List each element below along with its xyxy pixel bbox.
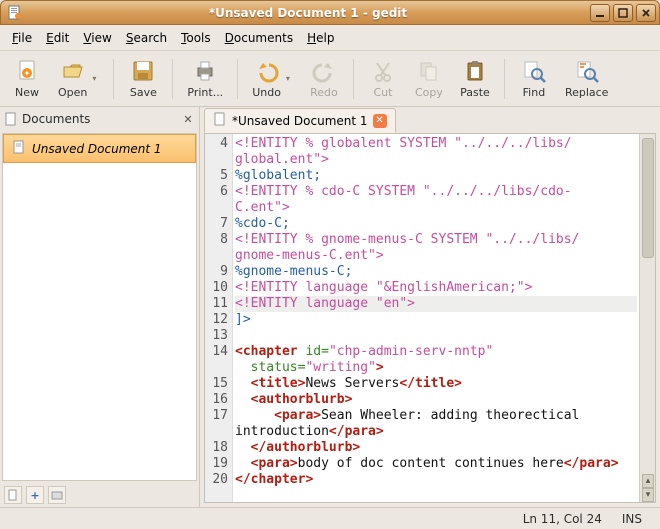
menubar: File Edit View Search Tools Documents He…	[0, 25, 660, 51]
maximize-button[interactable]	[613, 4, 633, 22]
new-label: New	[15, 86, 39, 99]
cut-icon	[370, 58, 396, 84]
new-button[interactable]: ✦ New	[6, 56, 48, 101]
menu-search[interactable]: Search	[120, 28, 173, 48]
insert-mode: INS	[612, 512, 652, 526]
tab-label: *Unsaved Document 1	[232, 114, 368, 128]
vertical-scrollbar[interactable]: ▴ ▾	[639, 134, 655, 502]
paste-icon	[462, 58, 488, 84]
copy-icon	[416, 58, 442, 84]
undo-button[interactable]: Undo ▾	[246, 56, 299, 101]
scroll-down-arrow-icon[interactable]: ▾	[642, 488, 654, 502]
undo-icon	[254, 58, 280, 84]
documents-list: Unsaved Document 1	[2, 133, 197, 481]
menu-view[interactable]: View	[77, 28, 117, 48]
status-bar: Ln 11, Col 24 INS	[0, 507, 660, 529]
redo-label: Redo	[310, 86, 338, 99]
new-file-icon: ✦	[14, 58, 40, 84]
tab-doc-icon	[213, 112, 227, 129]
find-icon	[521, 58, 547, 84]
save-label: Save	[130, 86, 157, 99]
menu-tools[interactable]: Tools	[175, 28, 217, 48]
copy-label: Copy	[415, 86, 443, 99]
save-icon	[130, 58, 156, 84]
redo-button: Redo	[303, 56, 345, 101]
sidebar: Documents ✕ Unsaved Document 1 +	[0, 107, 200, 507]
cut-label: Cut	[373, 86, 392, 99]
sidebar-add-button[interactable]: +	[26, 486, 44, 504]
close-button[interactable]	[636, 4, 656, 22]
find-label: Find	[523, 86, 546, 99]
folder-open-icon	[60, 58, 86, 84]
editor-tab[interactable]: *Unsaved Document 1 ✕	[204, 108, 396, 133]
copy-button: Copy	[408, 56, 450, 101]
find-button[interactable]: Find	[513, 56, 555, 101]
menu-file[interactable]: File	[6, 28, 38, 48]
menu-help[interactable]: Help	[301, 28, 340, 48]
toolbar: ✦ New Open ▾ Save Print... Undo ▾ Redo C…	[0, 51, 660, 107]
save-button[interactable]: Save	[122, 56, 164, 101]
open-dropdown-icon[interactable]: ▾	[89, 74, 99, 83]
cut-button: Cut	[362, 56, 404, 101]
document-icon	[12, 140, 26, 157]
titlebar: *Unsaved Document 1 - gedit	[0, 0, 660, 25]
print-button[interactable]: Print...	[181, 56, 229, 101]
print-label: Print...	[187, 86, 223, 99]
app-icon	[7, 5, 23, 21]
tab-bar: *Unsaved Document 1 ✕	[200, 107, 660, 133]
sidebar-doc-button[interactable]	[4, 486, 22, 504]
replace-button[interactable]: Replace	[559, 56, 615, 101]
paste-label: Paste	[460, 86, 490, 99]
line-number-gutter: 4 56 78 91011121314 151617 181920	[205, 134, 233, 502]
menu-documents[interactable]: Documents	[219, 28, 299, 48]
print-icon	[192, 58, 218, 84]
scroll-up-arrow-icon[interactable]: ▴	[642, 474, 654, 488]
undo-label: Undo	[252, 86, 281, 99]
sidebar-title: Documents	[22, 112, 177, 126]
cursor-position: Ln 11, Col 24	[513, 512, 612, 526]
sidebar-disk-button[interactable]	[48, 486, 66, 504]
replace-icon	[574, 58, 600, 84]
document-item-label: Unsaved Document 1	[32, 142, 162, 156]
svg-text:✦: ✦	[24, 69, 31, 78]
tab-close-button[interactable]: ✕	[373, 114, 387, 128]
replace-label: Replace	[565, 86, 609, 99]
sidebar-close-button[interactable]: ✕	[181, 112, 195, 126]
window-title: *Unsaved Document 1 - gedit	[26, 6, 590, 20]
open-label: Open	[58, 86, 87, 99]
document-list-item[interactable]: Unsaved Document 1	[3, 134, 196, 163]
minimize-button[interactable]	[590, 4, 610, 22]
paste-button[interactable]: Paste	[454, 56, 496, 101]
open-button[interactable]: Open ▾	[52, 56, 105, 101]
undo-dropdown-icon[interactable]: ▾	[283, 74, 293, 83]
code-editor[interactable]: <!ENTITY % globalent SYSTEM "../../../li…	[233, 134, 639, 502]
documents-icon	[4, 112, 18, 126]
menu-edit[interactable]: Edit	[40, 28, 75, 48]
scrollbar-thumb[interactable]	[642, 138, 654, 258]
redo-icon	[311, 58, 337, 84]
